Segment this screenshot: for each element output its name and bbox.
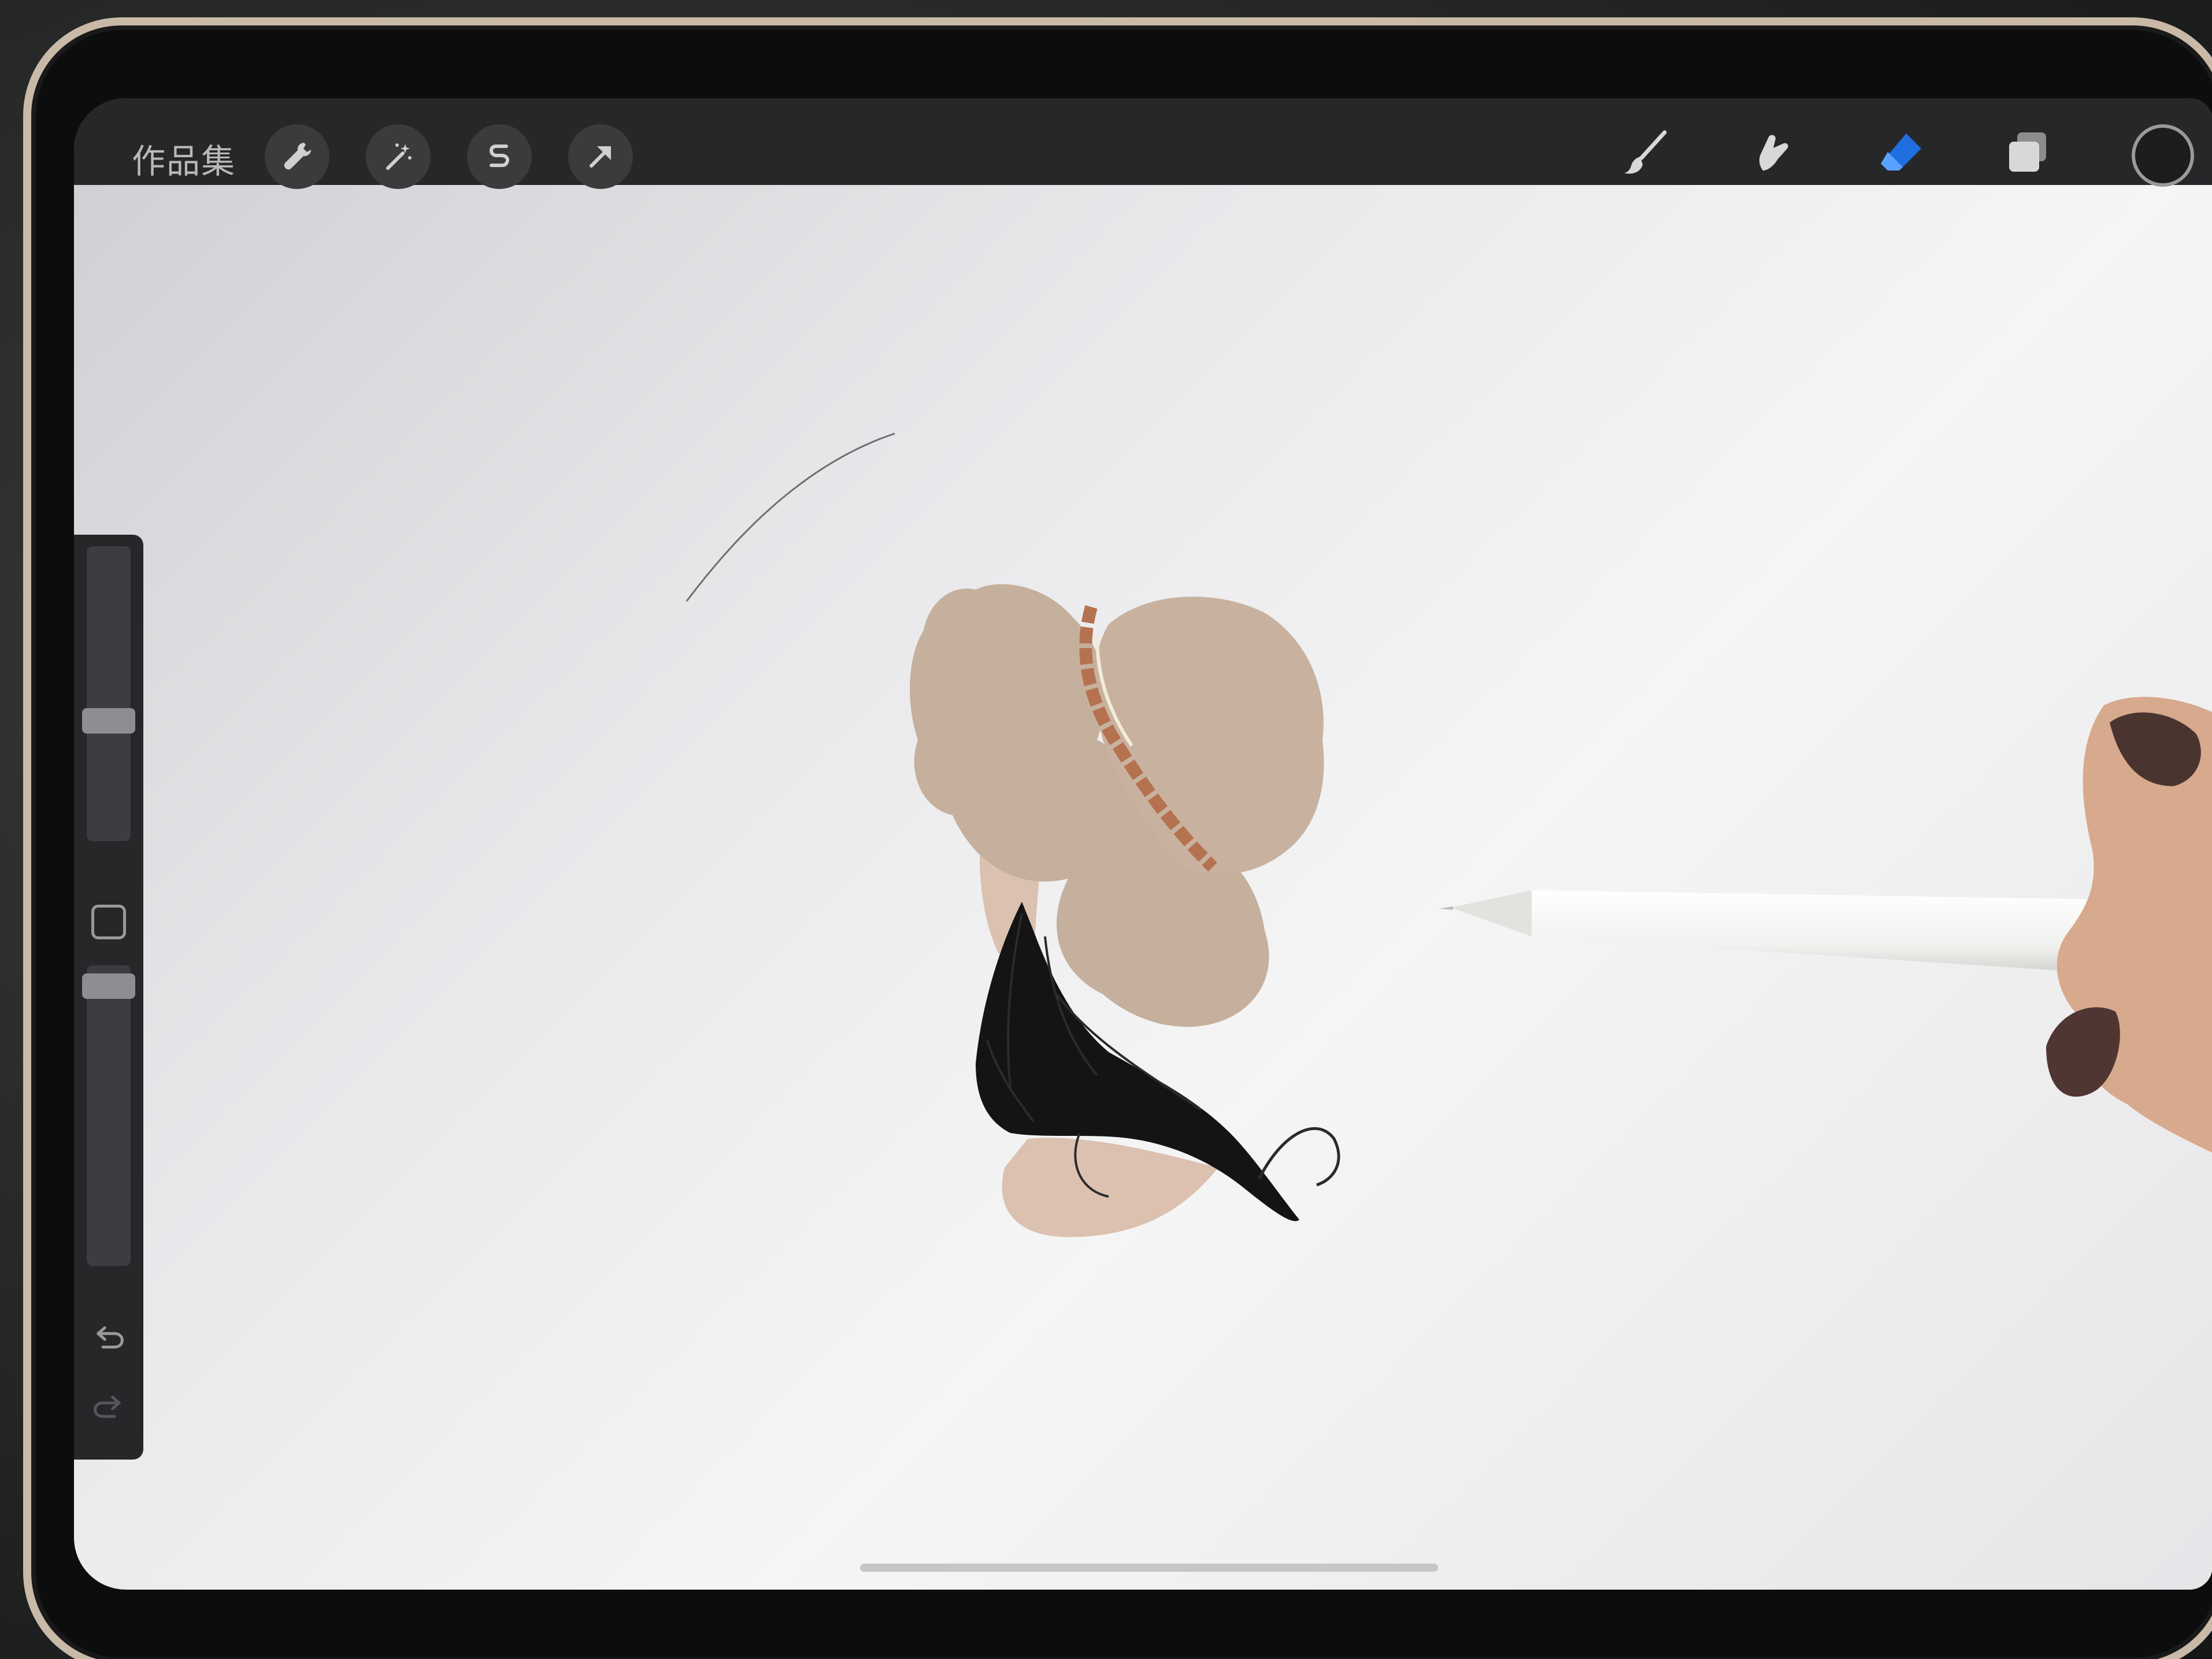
redo-icon[interactable] bbox=[84, 1384, 133, 1433]
brush-size-thumb[interactable] bbox=[82, 708, 135, 734]
ipad-screen: 作品集 bbox=[74, 98, 2212, 1590]
brush-icon bbox=[1624, 130, 1667, 174]
magic-wand-icon bbox=[386, 143, 412, 170]
procreate-toolbar: 作品集 bbox=[74, 98, 2212, 189]
opacity-slider[interactable] bbox=[87, 965, 131, 1266]
undo-icon[interactable] bbox=[84, 1315, 133, 1364]
brush-size-slider[interactable] bbox=[87, 546, 131, 841]
brush-tool-button[interactable] bbox=[1611, 118, 1681, 188]
wrench-icon bbox=[284, 143, 311, 170]
hand bbox=[2046, 697, 2212, 1153]
layers-button[interactable] bbox=[1993, 118, 2062, 188]
gallery-button[interactable]: 作品集 bbox=[132, 134, 236, 183]
eraser-icon bbox=[1881, 134, 1921, 171]
layers-icon bbox=[2009, 132, 2046, 172]
modify-square-icon[interactable] bbox=[91, 905, 126, 939]
smudge-tool-button[interactable] bbox=[1739, 118, 1808, 188]
actions-button[interactable] bbox=[265, 124, 329, 189]
selection-button[interactable] bbox=[467, 124, 532, 189]
smudge-finger-icon bbox=[1759, 135, 1788, 171]
hair-curl bbox=[1257, 1127, 1340, 1187]
arrow-cursor-icon bbox=[590, 146, 611, 168]
photo-background: 作品集 bbox=[0, 0, 2212, 1659]
opacity-thumb[interactable] bbox=[82, 973, 135, 999]
sketch-stroke bbox=[686, 432, 895, 602]
transform-button[interactable] bbox=[568, 124, 633, 189]
left-sidebar bbox=[74, 535, 143, 1460]
eraser-tool-button[interactable] bbox=[1866, 118, 1935, 188]
adjustments-button[interactable] bbox=[366, 124, 431, 189]
color-picker-button[interactable] bbox=[2132, 124, 2194, 187]
selection-s-icon bbox=[489, 145, 510, 167]
home-indicator bbox=[860, 1564, 1438, 1572]
